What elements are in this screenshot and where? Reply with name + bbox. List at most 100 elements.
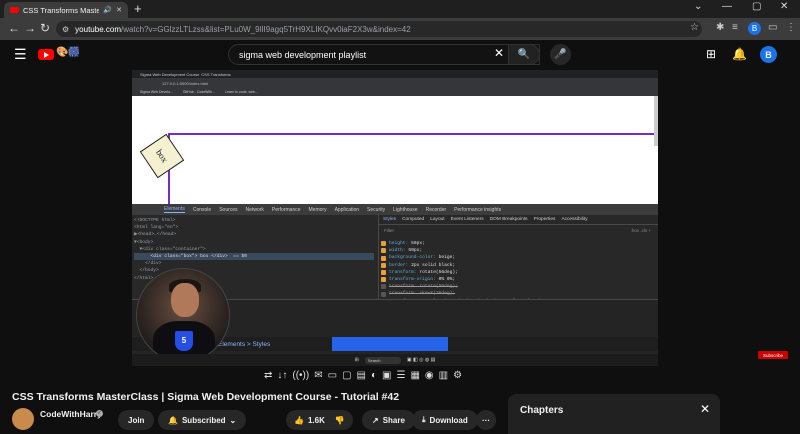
- player-tool-icon[interactable]: ((•)): [292, 370, 309, 381]
- speaker-icon[interactable]: 🔊: [103, 6, 112, 14]
- search-button[interactable]: 🔍: [508, 44, 540, 65]
- browser-tab[interactable]: CSS Transforms MasterClas 🔊 ✕: [4, 2, 128, 18]
- recorded-bookmark: Learn to code, web...: [225, 90, 258, 94]
- styles-tab: DOM Breakpoints: [489, 217, 528, 222]
- new-tab-button[interactable]: +: [134, 1, 142, 16]
- styles-tab: Properties: [533, 217, 556, 222]
- styles-tab: Event Listeners: [450, 217, 484, 222]
- subscribe-watermark[interactable]: Subscribe: [758, 351, 788, 359]
- devtools-tab: Console: [192, 206, 212, 213]
- video-player[interactable]: Sigma Web Development Course CSS Transfo…: [132, 70, 658, 366]
- restore-icon[interactable]: ▢: [752, 1, 761, 12]
- player-tool-icon[interactable]: ⇄: [264, 370, 272, 381]
- css-rule: transform: rotate(50deg);: [381, 283, 657, 290]
- site-info-icon[interactable]: ⚙: [62, 25, 69, 34]
- player-tool-icon[interactable]: ⚙: [453, 370, 462, 381]
- player-tool-icon[interactable]: ▭: [328, 370, 337, 381]
- sidebar-icon[interactable]: ▭: [768, 22, 777, 33]
- browser-toolbar: ← → ↻ ⚙ youtube.com/watch?v=GGlzzLTLzss&…: [0, 18, 800, 40]
- recorded-taskbar: ⊞ Search ▣ ◧ ◎ ◍ ▤: [132, 354, 658, 366]
- join-label: Join: [128, 415, 145, 425]
- search-query: sigma web development playlist: [239, 49, 367, 60]
- css-rule: transform: rotate(56deg);: [381, 269, 657, 276]
- devtools-tabs: Elements Console Sources Network Performance…: [132, 204, 658, 215]
- player-tool-icon[interactable]: ▤: [357, 370, 366, 381]
- player-tool-icon[interactable]: ✉: [314, 370, 322, 381]
- player-tool-icon[interactable]: ▣: [382, 370, 391, 381]
- chapters-panel: Chapters ✕: [508, 394, 720, 434]
- player-tool-icon[interactable]: ◐: [371, 370, 377, 381]
- recorded-scrollbar: [654, 96, 658, 146]
- css-declaration: width: 50px;: [389, 248, 423, 254]
- channel-name[interactable]: CodeWithHarry: [40, 409, 102, 419]
- dom-line: <html lang="en">: [134, 225, 179, 231]
- reload-icon[interactable]: ↻: [40, 21, 50, 35]
- join-button[interactable]: Join: [118, 410, 155, 430]
- create-icon[interactable]: ⊞: [706, 47, 716, 61]
- checkbox-icon: [381, 248, 386, 254]
- share-label: Share: [382, 415, 405, 425]
- devtools-tab: Performance: [271, 206, 301, 213]
- tab-close-icon[interactable]: ✕: [116, 6, 122, 14]
- dislike-icon[interactable]: 👎: [335, 416, 345, 425]
- recorded-bookmark: GitHub - CodeWith...: [182, 90, 216, 94]
- minimize-icon[interactable]: —: [722, 1, 732, 12]
- voice-search-button[interactable]: 🎤: [550, 44, 571, 65]
- taskbar-apps-icon: ▣ ◧ ◎ ◍ ▤: [406, 357, 436, 363]
- youtube-header: ☰ 🎨🎆 sigma web development playlist ✕ 🔍 …: [0, 40, 800, 70]
- url-host: youtube.com: [75, 24, 121, 34]
- player-tool-icon[interactable]: ↓↑: [277, 370, 287, 381]
- recorded-tab: Sigma Web Development Course: [140, 71, 200, 77]
- recorded-url: 127.0.0.1:5500/index.html: [162, 80, 209, 86]
- subscribed-button[interactable]: 🔔 Subscribed ⌄: [158, 410, 247, 430]
- browser-profile-avatar[interactable]: B: [748, 22, 761, 35]
- chapters-close-icon[interactable]: ✕: [700, 402, 710, 416]
- download-button[interactable]: ⤓ Download: [412, 410, 478, 430]
- css-rule: border: 2px solid black;: [381, 262, 657, 269]
- css-declaration: transform: rotate(50deg);: [389, 284, 458, 290]
- extensions-icon[interactable]: ✱: [716, 22, 724, 33]
- container-top-border: [168, 133, 658, 135]
- dom-line: <div class="box"> box </div> == $0: [134, 253, 374, 261]
- media-queue-icon[interactable]: ≡: [732, 22, 738, 33]
- youtube-logo[interactable]: [38, 49, 54, 60]
- window-close-icon[interactable]: ✕: [780, 1, 788, 12]
- taskbar-search: Search: [364, 356, 401, 364]
- player-tool-icon[interactable]: ☰: [396, 370, 405, 381]
- address-bar[interactable]: ⚙ youtube.com/watch?v=GGlzzLTLzss&list=P…: [56, 21, 702, 37]
- tab-search-icon[interactable]: ⌄: [694, 1, 702, 12]
- player-tool-icon[interactable]: ▢: [342, 370, 351, 381]
- styles-tab: Layout: [430, 217, 445, 222]
- devtools-tab: Recorder: [425, 206, 447, 213]
- player-toolbar: ⇄ ↓↑ ((•)) ✉ ▭ ▢ ▤ ◐ ▣ ☰ ▦ ◉ ▥ ⚙: [264, 367, 534, 383]
- recorded-tab: CSS Transforms: [201, 71, 231, 77]
- channel-avatar[interactable]: [12, 408, 34, 430]
- css-declaration: transform: rotate(56deg);: [389, 269, 458, 275]
- player-tool-icon[interactable]: ◉: [425, 370, 434, 381]
- bookmark-star-icon[interactable]: ☆: [690, 22, 699, 33]
- css-declaration: transform-origin: 0% 0%;: [389, 277, 456, 283]
- notifications-bell-icon[interactable]: 🔔: [732, 47, 747, 61]
- browser-tab-strip: CSS Transforms MasterClas 🔊 ✕ + ⌄ — ▢ ✕: [0, 0, 800, 18]
- back-icon[interactable]: ←: [8, 21, 20, 35]
- forward-icon[interactable]: →: [24, 21, 36, 35]
- devtools-tab: Network: [245, 206, 264, 213]
- player-tool-icon[interactable]: ▦: [410, 370, 419, 381]
- checkbox-icon: [381, 291, 386, 297]
- css-declaration: height: 50px;: [389, 241, 425, 246]
- search-icon: 🔍: [517, 49, 531, 60]
- youtube-account-avatar[interactable]: B: [760, 46, 777, 63]
- like-button[interactable]: 👍 1.6K 👎: [286, 410, 353, 430]
- browser-menu-icon[interactable]: ⋮: [786, 22, 796, 33]
- more-actions-button[interactable]: ···: [476, 410, 496, 430]
- dom-line: ▼<body>: [134, 239, 154, 245]
- doodle-icon[interactable]: 🎨🎆: [56, 47, 80, 58]
- clear-search-icon[interactable]: ✕: [494, 46, 504, 60]
- devtools-tab: Security: [367, 206, 386, 213]
- menu-icon[interactable]: ☰: [14, 46, 27, 63]
- share-button[interactable]: ↗ Share: [362, 410, 415, 430]
- css-rule: transform-origin: 0% 0%;: [381, 276, 657, 283]
- css-rule: height: 50px;: [381, 240, 657, 247]
- devtools-tab: Memory: [308, 206, 327, 213]
- player-tool-icon[interactable]: ▥: [439, 370, 448, 381]
